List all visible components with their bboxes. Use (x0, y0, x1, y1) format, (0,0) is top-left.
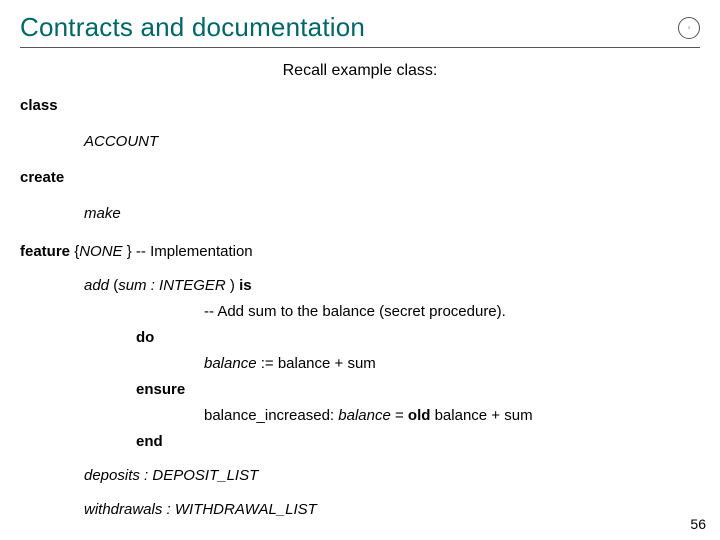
paren-close: ) (230, 277, 239, 294)
post-lhs: balance (338, 407, 395, 424)
post-tag: balance_increased: (204, 407, 338, 424)
class-name: ACCOUNT (84, 130, 700, 154)
keyword-ensure: ensure (136, 378, 200, 402)
logo-glyph: ◦ (688, 23, 691, 32)
routine-header: add (sum : INTEGER ) is (84, 274, 700, 298)
deposits-decl: deposits : DEPOSIT_LIST (84, 464, 700, 488)
withdrawals-name: withdrawals (84, 501, 167, 518)
kw-create: create (20, 166, 700, 190)
subtitle: Recall example class: (20, 62, 700, 80)
postcondition-line: balance_increased: balance = old balance… (204, 404, 700, 428)
keyword-feature: feature (20, 243, 70, 260)
slide-title: Contracts and documentation (20, 12, 365, 43)
feature-comment: -- Implementation (136, 243, 253, 260)
keyword-do: do (136, 326, 200, 350)
title-row: Contracts and documentation ◦ (20, 12, 700, 48)
code-block: class ACCOUNT create make feature {NONE … (20, 94, 700, 522)
keyword-create: create (20, 169, 64, 186)
post-rhs: balance + sum (430, 407, 532, 424)
keyword-old: old (408, 407, 431, 424)
creator-name: make (84, 202, 700, 226)
routine-comment: -- Add sum to the balance (secret proced… (204, 300, 700, 324)
do-line: do (136, 326, 700, 350)
post-eq: = (395, 407, 408, 424)
assign-rest: := balance + sum (261, 355, 376, 372)
withdrawals-type: : WITHDRAWAL_LIST (167, 501, 317, 518)
ensure-line: ensure (136, 378, 700, 402)
assign-lhs: balance (204, 355, 261, 372)
logo-icon: ◦ (678, 17, 700, 39)
page-number: 56 (690, 516, 706, 532)
arg-type: : INTEGER (151, 277, 230, 294)
end-line: end (136, 430, 700, 454)
feature-clause: feature {NONE } -- Implementation (20, 240, 700, 264)
deposits-type: : DEPOSIT_LIST (144, 467, 258, 484)
kw-class: class (20, 94, 700, 118)
brace-close: } (127, 243, 136, 260)
keyword-class: class (20, 97, 58, 114)
keyword-is: is (239, 277, 252, 294)
feature-visibility: NONE (79, 243, 127, 260)
withdrawals-decl: withdrawals : WITHDRAWAL_LIST (84, 498, 700, 522)
routine-name: add (84, 277, 113, 294)
keyword-end: end (136, 430, 200, 454)
arg-name: sum (118, 277, 151, 294)
deposits-name: deposits (84, 467, 144, 484)
assignment-line: balance := balance + sum (204, 352, 700, 376)
slide: Contracts and documentation ◦ Recall exa… (0, 0, 720, 540)
